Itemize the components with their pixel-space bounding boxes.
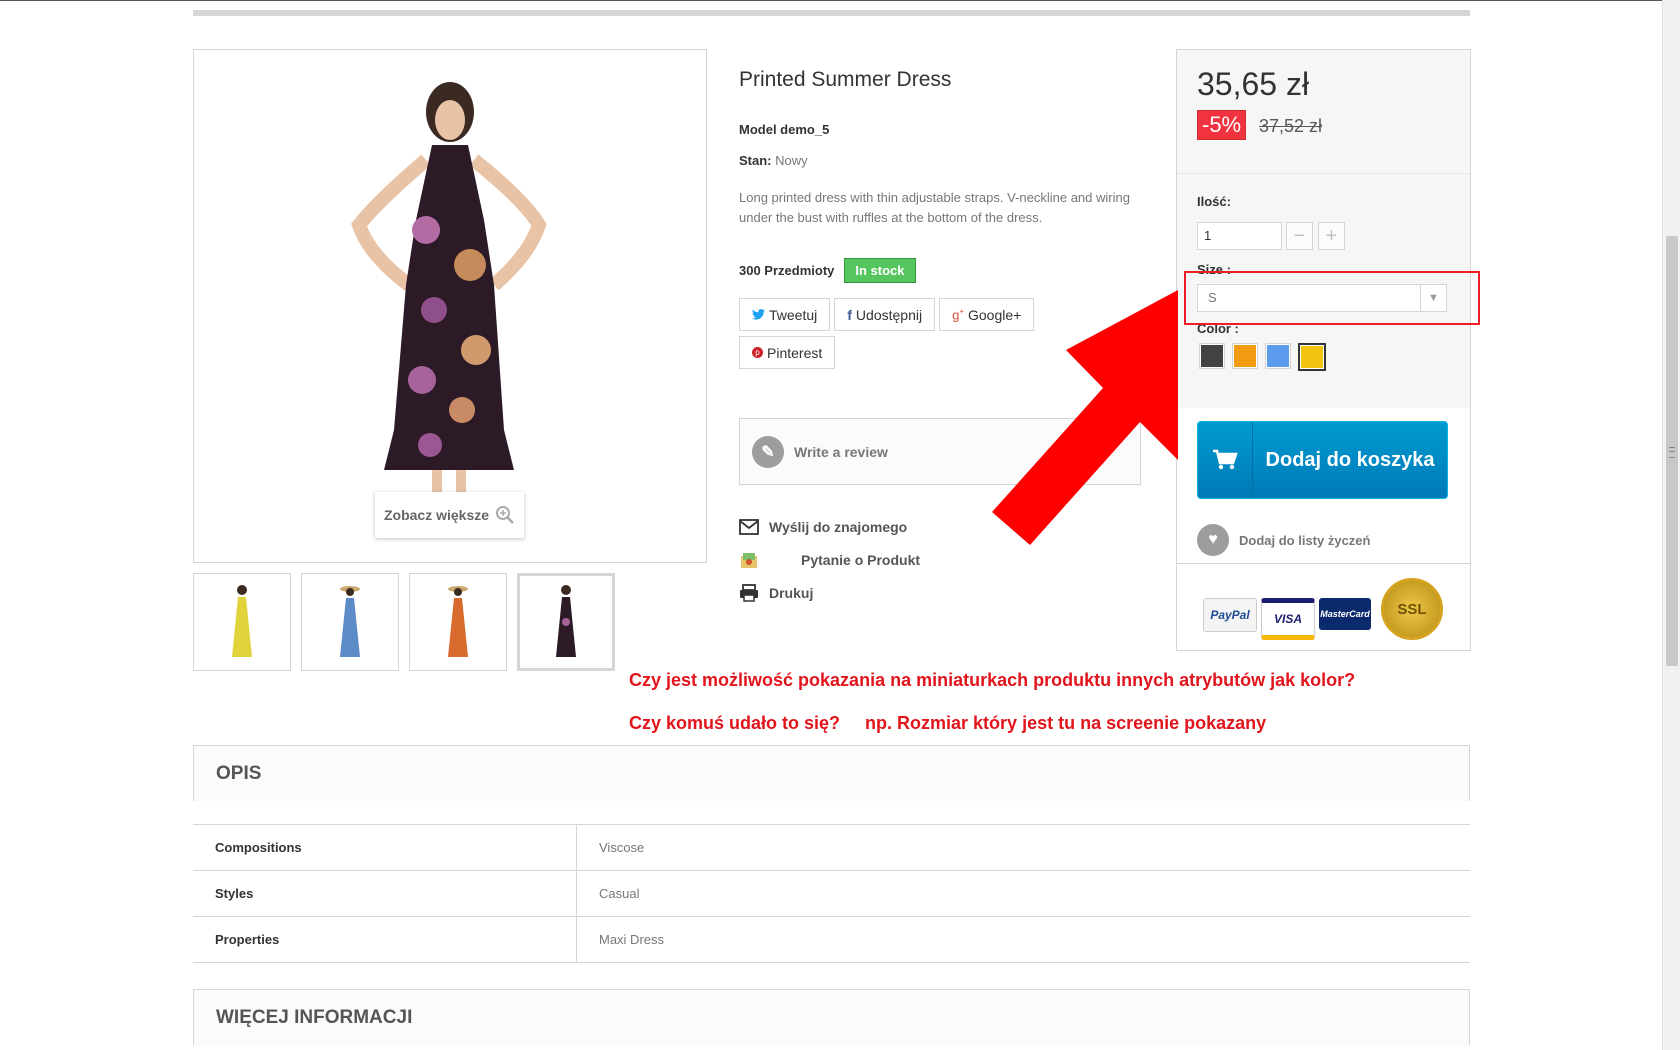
- annotation-question: Czy jest możliwość pokazania na miniatur…: [629, 670, 1356, 690]
- visa-logo: VISA: [1261, 598, 1315, 640]
- product-actions: Wyślij do znajomego Pytanie o Produkt Dr…: [739, 510, 920, 609]
- condition-value: Nowy: [775, 153, 808, 168]
- quantity-decrease-button[interactable]: −: [1286, 222, 1313, 250]
- quantity-increase-button[interactable]: +: [1318, 222, 1345, 250]
- color-swatch[interactable]: [1265, 343, 1291, 369]
- more-info-heading: WIĘCEJ INFORMACJI: [193, 989, 1470, 1045]
- product-question-label: Pytanie o Produkt: [801, 551, 921, 568]
- google-plus-icon: g+: [952, 306, 964, 323]
- question-icon: [741, 552, 757, 568]
- thumbnail-dress-image: [448, 586, 468, 657]
- features-row: Styles Casual: [193, 870, 1470, 917]
- thumbnail-orange[interactable]: [409, 573, 507, 671]
- print-link[interactable]: Drukuj: [739, 576, 920, 609]
- write-review-link[interactable]: Write a review: [794, 444, 888, 460]
- stock-badge: In stock: [844, 258, 916, 283]
- payment-logos: PayPal VISA MasterCard SSL: [1177, 563, 1470, 651]
- color-swatch[interactable]: [1232, 343, 1258, 369]
- pencil-icon: ✎: [752, 435, 784, 468]
- pinterest-label: Pinterest: [767, 344, 823, 361]
- add-to-cart-button[interactable]: Dodaj do koszyka: [1197, 421, 1448, 499]
- zoom-label: Zobacz większe: [383, 507, 490, 523]
- thumbnail-black[interactable]: [517, 573, 615, 671]
- features-row: Compositions Viscose: [193, 824, 1470, 871]
- buy-box: 35,65 zł -5% 37,52 zł Ilość: 1 − + Size …: [1176, 49, 1471, 651]
- print-label: Drukuj: [769, 584, 814, 601]
- pinterest-icon: p: [752, 347, 763, 358]
- thumbnail-dress-image: [232, 585, 252, 657]
- availability: 300 Przedmioty In stock: [739, 258, 916, 283]
- breadcrumb-bar: [193, 10, 1470, 16]
- quantity-input[interactable]: 1: [1197, 222, 1282, 250]
- feature-name: Styles: [193, 870, 577, 917]
- feature-name: Compositions: [193, 824, 577, 871]
- add-to-cart-label: Dodaj do koszyka: [1265, 449, 1435, 471]
- send-to-friend-label: Wyślij do znajomego: [769, 518, 908, 535]
- printer-icon: [740, 583, 758, 602]
- price-area: 35,65 zł -5% 37,52 zł: [1177, 50, 1470, 174]
- annotation-arrow-icon: [992, 290, 1178, 545]
- current-price: 35,65 zł: [1197, 66, 1310, 102]
- product-short-description: Long printed dress with thin adjustable …: [739, 190, 1130, 225]
- product-question-link[interactable]: Pytanie o Produkt: [739, 543, 920, 576]
- discount-badge: -5%: [1197, 110, 1247, 140]
- thumbnail-dress-image: [556, 585, 576, 657]
- thumbnail-dress-image: [340, 586, 360, 657]
- scrollbar-grip-icon: [1669, 447, 1675, 458]
- quantity-available: 300 Przedmioty: [739, 263, 835, 278]
- product-title: Printed Summer Dress: [739, 68, 952, 91]
- zoom-in-icon: [496, 506, 514, 524]
- tweet-label: Tweetuj: [769, 306, 818, 323]
- facebook-icon: f: [847, 306, 852, 323]
- quantity-label: Ilość:: [1197, 194, 1231, 209]
- zoom-button[interactable]: Zobacz większe: [375, 492, 524, 538]
- product-condition: Stan: Nowy: [739, 153, 808, 168]
- condition-label: Stan:: [739, 153, 772, 168]
- description-heading: OPIS: [193, 745, 1470, 801]
- color-swatch[interactable]: [1298, 343, 1326, 371]
- send-to-friend-link[interactable]: Wyślij do znajomego: [739, 510, 920, 543]
- pinterest-button[interactable]: p Pinterest: [739, 336, 836, 369]
- dress-model-image: [194, 50, 706, 562]
- product-main-image[interactable]: Zobacz większe: [193, 49, 707, 563]
- thumbnail-list: [193, 573, 615, 671]
- twitter-icon: [752, 309, 765, 320]
- paypal-logo: PayPal: [1203, 598, 1257, 632]
- ssl-seal-icon: SSL: [1381, 578, 1443, 640]
- thumbnail-yellow[interactable]: [193, 573, 291, 671]
- facebook-label: Udostępnij: [855, 306, 923, 323]
- annotation-highlight-box: [1184, 271, 1480, 325]
- thumbnail-blue[interactable]: [301, 573, 399, 671]
- annotation-followup: Czy komuś udało to się? np. Rozmiar któr…: [629, 713, 1267, 733]
- window-top-edge: [0, 0, 1680, 1]
- feature-value: Casual: [576, 870, 1470, 917]
- old-price: 37,52 zł: [1259, 116, 1323, 136]
- feature-value: Viscose: [576, 824, 1470, 871]
- facebook-share-button[interactable]: f Udostępnij: [834, 298, 936, 331]
- mastercard-logo: MasterCard: [1319, 598, 1371, 630]
- add-to-wishlist-link[interactable]: ♥ Dodaj do listy życzeń: [1197, 524, 1370, 556]
- features-table: Compositions Viscose Styles Casual Propertie…: [193, 824, 1470, 963]
- features-row: Properties Maxi Dress: [193, 916, 1470, 963]
- product-model: Model demo_5: [739, 122, 830, 137]
- feature-value: Maxi Dress: [576, 916, 1470, 963]
- wishlist-label: Dodaj do listy życzeń: [1239, 532, 1371, 548]
- tweet-button[interactable]: Tweetuj: [739, 298, 831, 331]
- envelope-icon: [739, 518, 759, 535]
- feature-name: Properties: [193, 916, 577, 963]
- page-scrollbar[interactable]: [1662, 0, 1680, 1050]
